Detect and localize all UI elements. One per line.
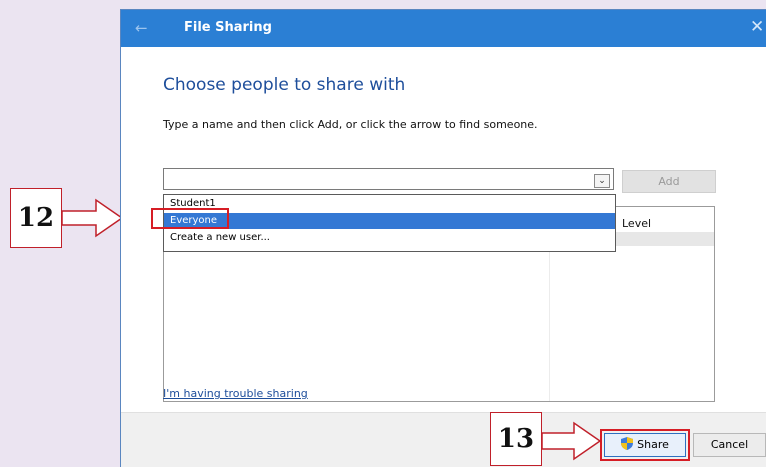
dropdown-item-everyone[interactable]: Everyone xyxy=(164,213,615,229)
step-12-callout: 12 xyxy=(10,188,62,248)
share-highlight xyxy=(600,429,690,461)
column-header-level[interactable]: Level xyxy=(622,217,651,230)
close-icon[interactable]: ✕ xyxy=(750,17,764,37)
name-dropdown-list: Student1 Everyone Create a new user... xyxy=(163,194,616,252)
step-12-arrow xyxy=(61,198,124,238)
instruction-text: Type a name and then click Add, or click… xyxy=(163,118,538,131)
chevron-down-icon[interactable]: ⌄ xyxy=(594,174,610,188)
everyone-highlight xyxy=(151,208,229,229)
step-12-number: 12 xyxy=(17,203,55,233)
dropdown-item-create-new-user[interactable]: Create a new user... xyxy=(164,230,615,246)
window-title: File Sharing xyxy=(184,20,272,35)
step-13-arrow xyxy=(541,421,602,461)
dropdown-item-student1[interactable]: Student1 xyxy=(164,196,615,212)
sharing-help-link[interactable]: I'm having trouble sharing xyxy=(163,387,308,400)
page-heading: Choose people to share with xyxy=(163,75,406,95)
title-bar: ← File Sharing ✕ xyxy=(121,10,766,47)
file-sharing-window: ← File Sharing ✕ Choose people to share … xyxy=(121,10,766,467)
step-13-callout: 13 xyxy=(490,412,542,466)
cancel-button[interactable]: Cancel xyxy=(693,433,766,457)
add-button[interactable]: Add xyxy=(622,170,716,193)
step-13-number: 13 xyxy=(497,424,535,454)
name-combo-input[interactable] xyxy=(163,168,614,190)
back-arrow-icon[interactable]: ← xyxy=(135,19,148,37)
